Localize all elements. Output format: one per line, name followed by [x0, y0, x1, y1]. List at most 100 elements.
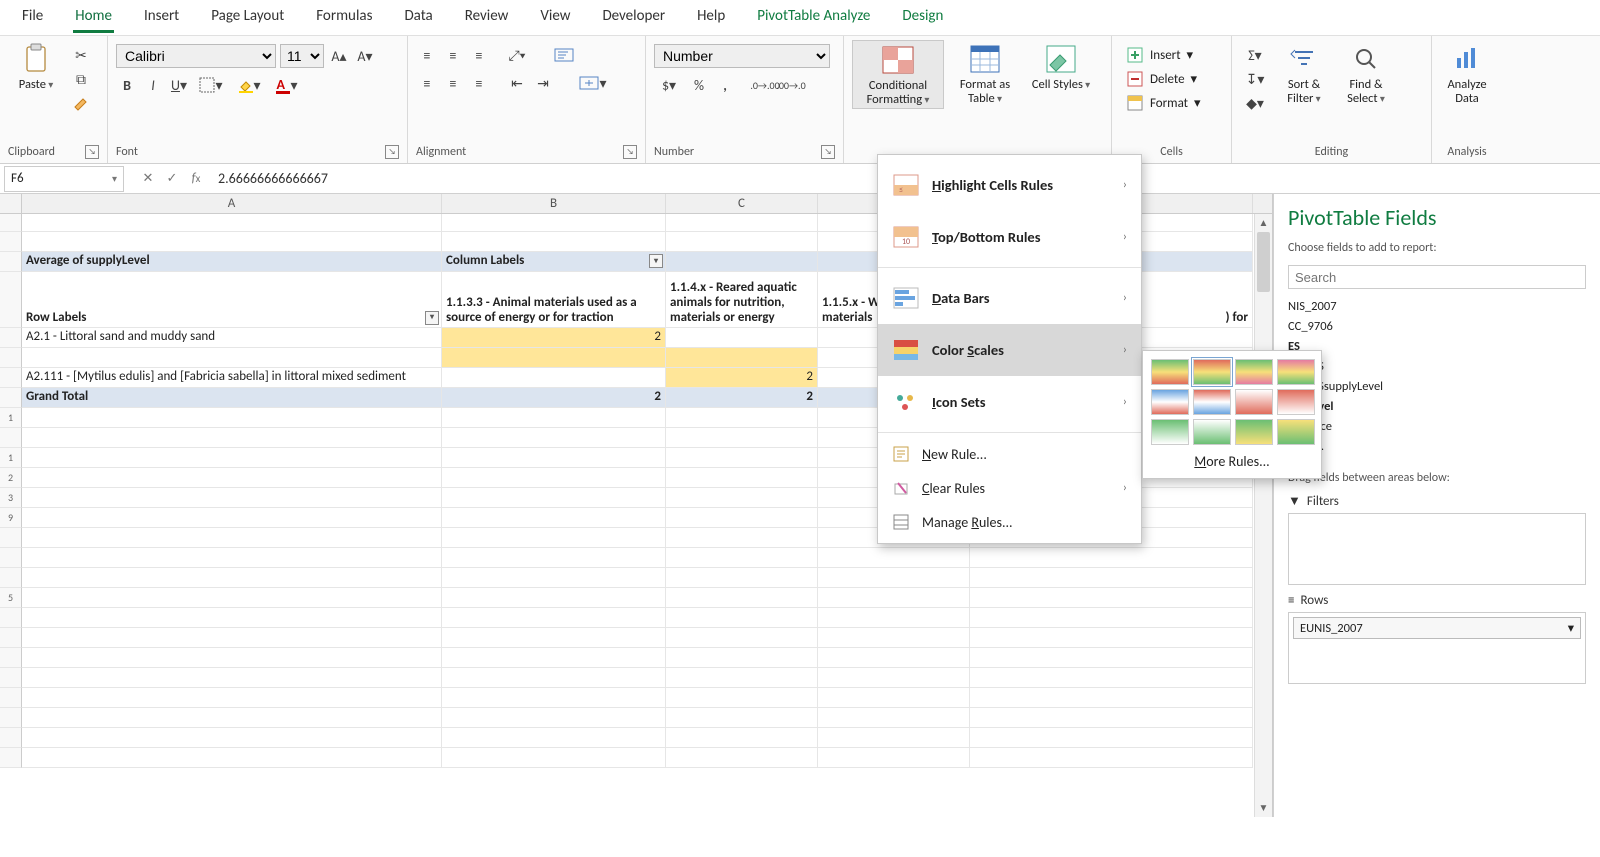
column-header-c[interactable]: C [666, 194, 818, 213]
format-as-table-button[interactable]: Format as Table [950, 40, 1020, 107]
scroll-down-button[interactable]: ▼ [1255, 799, 1272, 817]
tab-formulas[interactable]: Formulas [302, 1, 386, 35]
merge-center-button[interactable]: ▾ [576, 72, 610, 94]
row-labels-dropdown[interactable]: ▾ [425, 311, 439, 325]
tab-design[interactable]: Design [888, 1, 957, 35]
field-item[interactable]: iplyLevel [1288, 397, 1586, 417]
field-item[interactable]: ginalESsupplyLevel [1288, 377, 1586, 397]
autosum-button[interactable]: Σ▾ [1240, 44, 1270, 66]
cf-top-bottom-rules[interactable]: 10 Top/Bottom Rules› [878, 211, 1141, 263]
tab-data[interactable]: Data [390, 1, 446, 35]
clear-button[interactable]: ◆▾ [1240, 92, 1270, 114]
tab-file[interactable]: File [8, 1, 57, 35]
field-item[interactable]: ables... [1288, 437, 1586, 457]
orientation-button[interactable]: ⤢▾ [506, 44, 528, 66]
rows-drop-area[interactable]: EUNIS_2007▾ [1288, 612, 1586, 684]
number-dialog-launcher[interactable]: ↘ [821, 145, 835, 159]
font-dialog-launcher[interactable]: ↘ [385, 145, 399, 159]
scroll-up-button[interactable]: ▲ [1255, 214, 1272, 232]
font-size-select[interactable]: 11 [280, 44, 324, 68]
color-scale-option[interactable] [1151, 359, 1189, 385]
rows-field-chip[interactable]: EUNIS_2007▾ [1293, 617, 1581, 639]
copy-button[interactable]: ⧉ [70, 68, 92, 90]
color-scales-more-rules[interactable]: More Rules... [1151, 453, 1313, 470]
color-scale-option[interactable] [1277, 419, 1315, 445]
underline-button[interactable]: U▾ [168, 74, 190, 96]
cf-manage-rules[interactable]: Manage Rules... [878, 505, 1141, 539]
tab-developer[interactable]: Developer [588, 1, 679, 35]
column-header-a[interactable]: A [22, 194, 442, 213]
align-bottom-button[interactable]: ≡ [468, 44, 490, 66]
select-all-corner[interactable] [0, 194, 22, 213]
tab-help[interactable]: Help [683, 1, 739, 35]
cell-styles-button[interactable]: Cell Styles [1026, 40, 1096, 92]
color-scale-option[interactable] [1151, 419, 1189, 445]
decrease-indent-button[interactable]: ⇤ [506, 72, 528, 94]
cf-clear-rules[interactable]: Clear Rules› [878, 471, 1141, 505]
color-scale-option[interactable] [1151, 389, 1189, 415]
color-scale-option[interactable] [1235, 389, 1273, 415]
column-labels-dropdown[interactable]: ▾ [649, 254, 663, 268]
increase-decimal-button[interactable]: .0→.00 [754, 74, 776, 96]
color-scale-option[interactable] [1277, 359, 1315, 385]
field-item[interactable]: ES [1288, 337, 1586, 357]
cf-highlight-cells-rules[interactable]: ≤ Highlight Cells Rules› [878, 159, 1141, 211]
field-item[interactable]: ginalES [1288, 357, 1586, 377]
accounting-format-button[interactable]: $▾ [654, 74, 684, 96]
percent-format-button[interactable]: % [688, 74, 710, 96]
cf-data-bars[interactable]: Data Bars› [878, 272, 1141, 324]
increase-font-button[interactable]: A▴ [328, 45, 350, 67]
tab-review[interactable]: Review [451, 1, 523, 35]
field-item[interactable]: nfidence [1288, 417, 1586, 437]
insert-cells-button[interactable]: Insert ▾ [1120, 44, 1207, 66]
vertical-scrollbar[interactable]: ▲ ▼ [1254, 214, 1272, 817]
color-scale-option[interactable] [1193, 359, 1231, 385]
cf-icon-sets[interactable]: Icon Sets› [878, 376, 1141, 428]
field-item[interactable]: NIS_2007 [1288, 297, 1586, 317]
fill-color-button[interactable]: ▾ [232, 74, 266, 96]
tab-home[interactable]: Home [61, 1, 126, 35]
align-center-button[interactable]: ≡ [442, 72, 464, 94]
tab-page-layout[interactable]: Page Layout [197, 1, 298, 35]
cf-new-rule[interactable]: New Rule... [878, 437, 1141, 471]
increase-indent-button[interactable]: ⇥ [532, 72, 554, 94]
decrease-decimal-button[interactable]: .00→.0 [780, 74, 802, 96]
align-right-button[interactable]: ≡ [468, 72, 490, 94]
cell-b-row1[interactable]: 2 [442, 328, 666, 348]
paste-button[interactable]: Paste [8, 40, 64, 92]
format-painter-button[interactable] [70, 92, 92, 114]
sort-filter-button[interactable]: Sort & Filter [1276, 40, 1332, 107]
filters-drop-area[interactable] [1288, 513, 1586, 585]
wrap-text-button[interactable] [550, 44, 578, 66]
scroll-thumb[interactable] [1257, 232, 1270, 292]
cf-color-scales[interactable]: Color Scales› [878, 324, 1141, 376]
font-color-button[interactable]: A▾ [270, 74, 304, 96]
color-scale-option[interactable] [1193, 389, 1231, 415]
tab-insert[interactable]: Insert [130, 1, 193, 35]
align-top-button[interactable]: ≡ [416, 44, 438, 66]
color-scale-option[interactable] [1235, 359, 1273, 385]
comma-format-button[interactable]: , [714, 74, 736, 96]
decrease-font-button[interactable]: A▾ [354, 45, 376, 67]
align-middle-button[interactable]: ≡ [442, 44, 464, 66]
column-header-b[interactable]: B [442, 194, 666, 213]
find-select-button[interactable]: Find & Select [1338, 40, 1394, 107]
italic-button[interactable]: I [142, 74, 164, 96]
cell-c-row2[interactable]: 2 [666, 368, 818, 388]
bold-button[interactable]: B [116, 74, 138, 96]
field-item[interactable]: CC_9706 [1288, 317, 1586, 337]
fields-search-input[interactable] [1288, 265, 1586, 289]
tab-view[interactable]: View [526, 1, 584, 35]
insert-function-button[interactable]: fx [184, 167, 208, 191]
enter-formula-button[interactable]: ✓ [160, 167, 184, 191]
conditional-formatting-button[interactable]: Conditional Formatting [852, 40, 944, 109]
align-left-button[interactable]: ≡ [416, 72, 438, 94]
color-scale-option[interactable] [1277, 389, 1315, 415]
color-scale-option[interactable] [1235, 419, 1273, 445]
cancel-formula-button[interactable]: ✕ [136, 167, 160, 191]
delete-cells-button[interactable]: Delete ▾ [1120, 68, 1207, 90]
cut-button[interactable]: ✂ [70, 44, 92, 66]
tab-pivottable-analyze[interactable]: PivotTable Analyze [743, 1, 884, 35]
fill-button[interactable]: ↧▾ [1240, 68, 1270, 90]
name-box[interactable]: F6 ▾ [4, 166, 124, 192]
